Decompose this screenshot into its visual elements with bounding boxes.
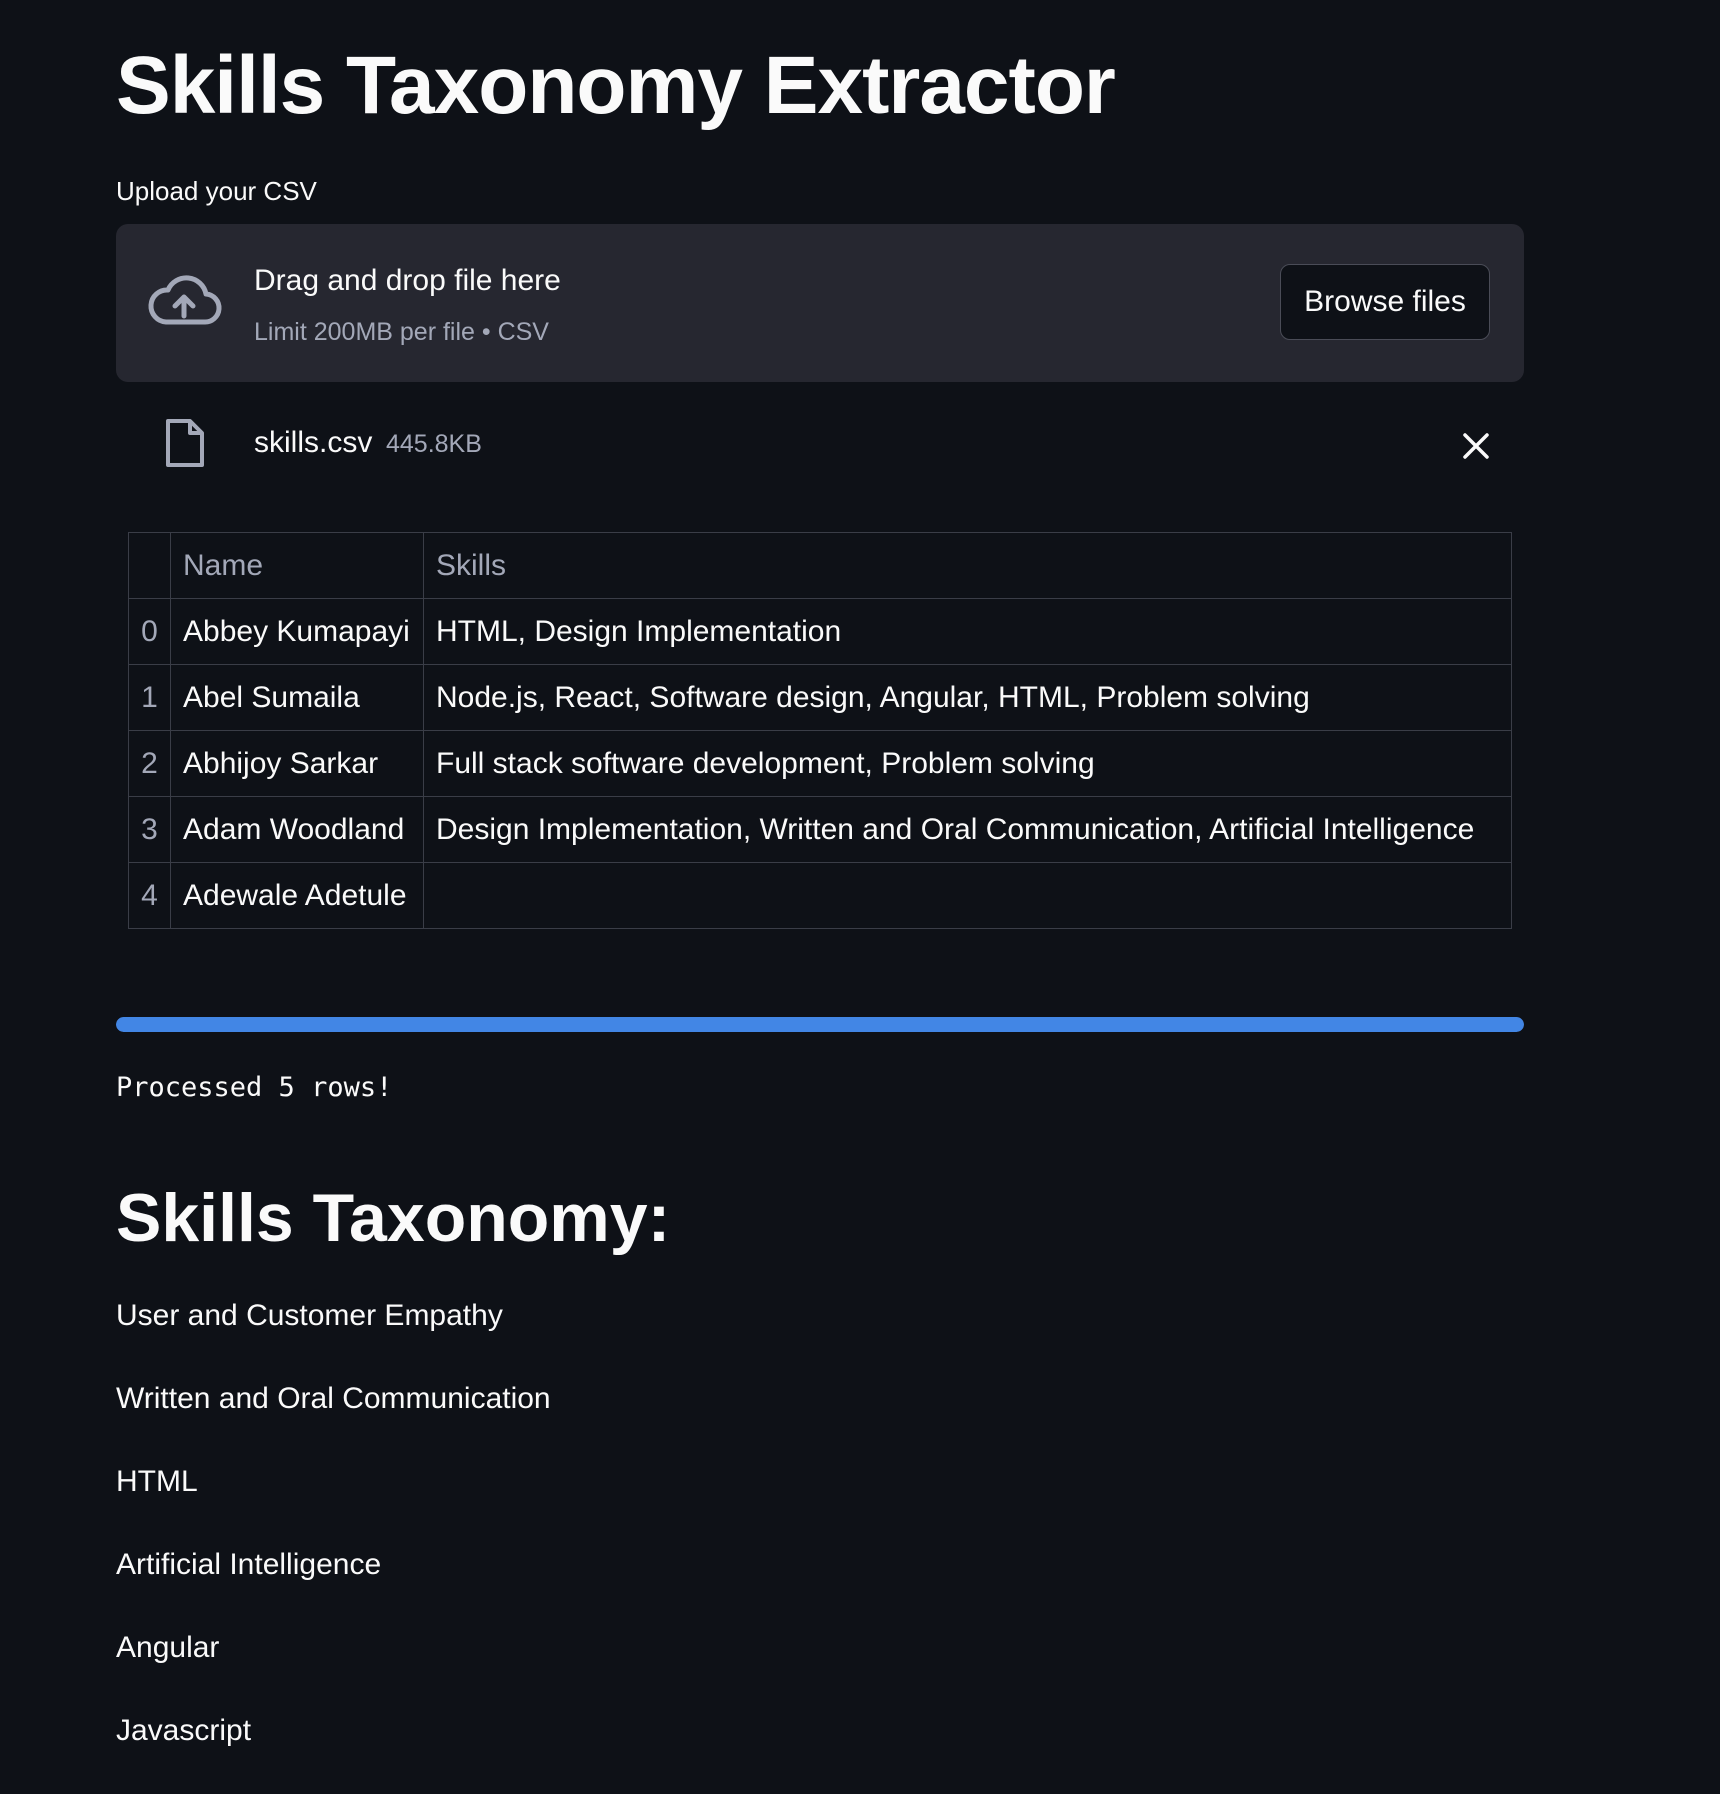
cell-name[interactable]: Abhijoy Sarkar [170,730,424,797]
data-table[interactable]: Name Skills 0 Abbey Kumapayi HTML, Desig… [128,532,1512,929]
row-index: 3 [128,796,171,863]
table-row: 0 Abbey Kumapayi HTML, Design Implementa… [128,598,1512,665]
taxonomy-item: User and Customer Empathy [116,1299,503,1332]
progress-bar [116,1017,1524,1032]
row-index: 2 [128,730,171,797]
row-index: 0 [128,598,171,665]
remove-file-close-icon[interactable] [1456,426,1496,466]
file-size: 445.8KB [386,430,482,458]
page-title: Skills Taxonomy Extractor [116,40,1116,131]
table-row: 4 Adewale Adetule [128,862,1512,929]
dropzone-limit-text: Limit 200MB per file • CSV [254,318,549,346]
cell-name[interactable]: Abbey Kumapayi [170,598,424,665]
column-header-skills[interactable]: Skills [423,532,1512,599]
taxonomy-item: Artificial Intelligence [116,1548,382,1581]
table-header-row: Name Skills [128,532,1512,599]
file-dropzone[interactable]: Drag and drop file here Limit 200MB per … [116,224,1524,382]
taxonomy-item: Javascript [116,1714,252,1747]
cell-skills[interactable]: HTML, Design Implementation [423,598,1512,665]
table-row: 1 Abel Sumaila Node.js, React, Software … [128,664,1512,731]
taxonomy-item: Angular [116,1631,220,1664]
cell-name[interactable]: Adewale Adetule [170,862,424,929]
file-icon [164,418,206,468]
progress-bar-fill [116,1017,1524,1032]
file-name: skills.csv [254,426,373,459]
table-row: 3 Adam Woodland Design Implementation, W… [128,796,1512,863]
row-index: 4 [128,862,171,929]
cell-skills[interactable]: Full stack software development, Problem… [423,730,1512,797]
uploaded-file-row: skills.csv 445.8KB [116,410,1524,480]
upload-label: Upload your CSV [116,176,317,206]
cloud-upload-icon [146,272,222,332]
taxonomy-item: HTML [116,1465,198,1498]
cell-skills[interactable] [423,862,1512,929]
column-header-name[interactable]: Name [170,532,424,599]
cell-skills[interactable]: Node.js, React, Software design, Angular… [423,664,1512,731]
dropzone-title: Drag and drop file here [254,264,561,297]
browse-files-button[interactable]: Browse files [1280,264,1490,340]
taxonomy-heading: Skills Taxonomy: [116,1180,671,1256]
cell-name[interactable]: Abel Sumaila [170,664,424,731]
column-header-index[interactable] [128,532,171,599]
status-message: Processed 5 rows! [116,1072,393,1103]
taxonomy-item: Written and Oral Communication [116,1382,551,1415]
taxonomy-list: User and Customer Empathy Written and Or… [116,1296,551,1794]
cell-name[interactable]: Adam Woodland [170,796,424,863]
row-index: 1 [128,664,171,731]
cell-skills[interactable]: Design Implementation, Written and Oral … [423,796,1512,863]
table-row: 2 Abhijoy Sarkar Full stack software dev… [128,730,1512,797]
